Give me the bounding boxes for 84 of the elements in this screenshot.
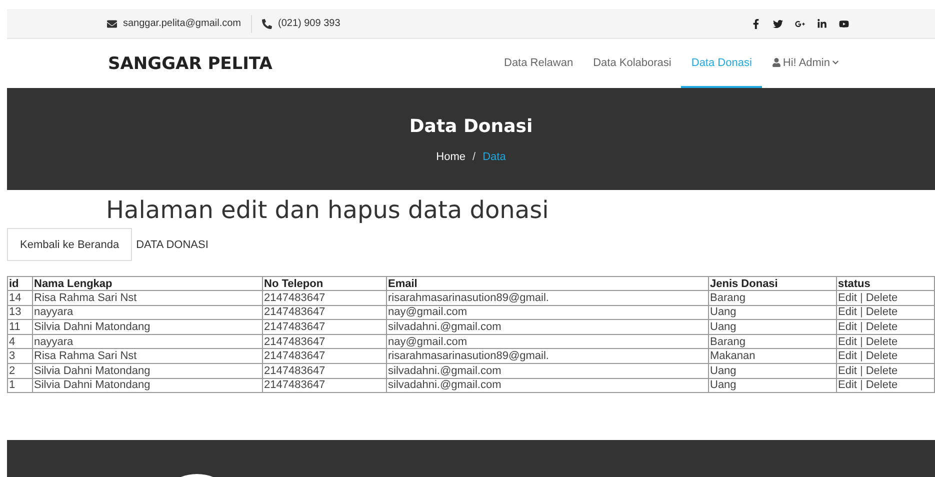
table-cell: Barang: [708, 334, 836, 349]
page-heading: Halaman edit dan hapus data donasi: [106, 196, 550, 224]
table-cell: 14: [8, 290, 32, 306]
twitter-icon[interactable]: [773, 18, 783, 28]
table-cell: Risa Rahma Sari Nst: [32, 290, 262, 306]
nav-link[interactable]: Data Kolaborasi: [583, 39, 682, 88]
email-text: sanggar.pelita@gmail.com: [107, 18, 251, 29]
column-header: No Telepon: [262, 276, 386, 290]
phone-icon: [262, 18, 272, 28]
action-link[interactable]: Delete: [866, 292, 898, 304]
link-separator: |: [858, 350, 864, 362]
envelope-icon: [107, 18, 117, 28]
table-cell: nay@gmail.com: [386, 334, 708, 349]
link-separator: |: [858, 292, 864, 304]
action-link[interactable]: Edit: [838, 292, 857, 304]
link-separator: |: [858, 320, 864, 333]
table-cell: nayyara: [32, 334, 262, 349]
action-link[interactable]: Delete: [866, 350, 898, 362]
table-cell: 13: [8, 305, 32, 320]
action-link[interactable]: Delete: [866, 364, 898, 377]
table-cell: 2147483647: [262, 348, 386, 364]
action-link[interactable]: Edit: [838, 306, 857, 318]
user-menu[interactable]: Hi! Admin: [762, 39, 849, 88]
google-plus-icon[interactable]: [795, 18, 805, 28]
column-header: Email: [386, 276, 708, 290]
table-cell: silvadahni.@gmail.com: [386, 363, 708, 378]
link-separator: |: [858, 336, 864, 348]
chevron-down-icon: [832, 59, 839, 66]
link-separator: |: [858, 379, 864, 392]
table-cell: risarahmasarinasution89@gmail.: [386, 348, 708, 364]
table-cell: 4: [8, 334, 32, 349]
table-cell: Makanan: [708, 348, 836, 364]
table-cell: 2147483647: [262, 334, 386, 349]
action-link[interactable]: Edit: [838, 320, 857, 333]
table-cell: nayyara: [32, 305, 262, 320]
column-header: Nama Lengkap: [32, 276, 262, 290]
table-cell: 1: [8, 378, 32, 393]
table-cell: silvadahni.@gmail.com: [386, 320, 708, 334]
banner-title: Data Donasi: [409, 116, 533, 136]
action-link[interactable]: Delete: [866, 336, 898, 348]
table-cell: Uang: [708, 320, 836, 334]
action-link[interactable]: Delete: [866, 306, 898, 318]
youtube-icon[interactable]: [839, 18, 849, 28]
table-cell: Silvia Dahni Matondang: [32, 363, 262, 378]
linkedin-icon[interactable]: [817, 18, 827, 28]
table-cell: Uang: [708, 363, 836, 378]
breadcrumb-link[interactable]: Home: [436, 150, 466, 162]
action-link[interactable]: Delete: [866, 320, 898, 333]
table-cell: Barang: [708, 290, 836, 306]
action-link[interactable]: Delete: [866, 379, 898, 392]
action-link[interactable]: Edit: [838, 379, 857, 392]
action-link[interactable]: Edit: [838, 336, 857, 348]
table-cell: Silvia Dahni Matondang: [32, 320, 262, 334]
table-cell: 2147483647: [262, 363, 386, 378]
link-separator: |: [858, 364, 864, 377]
breadcrumb-separator: /: [472, 150, 477, 162]
phone-text: (021) 909 393: [262, 18, 350, 29]
section-label: DATA DONASI: [136, 238, 208, 250]
user-icon: [772, 58, 781, 67]
table-cell: Silvia Dahni Matondang: [32, 378, 262, 393]
table-cell: risarahmasarinasution89@gmail.: [386, 290, 708, 306]
action-link[interactable]: Edit: [838, 350, 857, 362]
action-link[interactable]: Edit: [838, 364, 857, 377]
link-separator: |: [858, 306, 864, 318]
brand-logo[interactable]: SANGGAR PELITA: [108, 54, 272, 74]
table-cell: nay@gmail.com: [386, 305, 708, 320]
breadcrumb-link[interactable]: Data: [482, 150, 506, 162]
table-cell: 2147483647: [262, 320, 386, 334]
table-cell: 2147483647: [262, 305, 386, 320]
table-cell: silvadahni.@gmail.com: [386, 378, 708, 393]
table-cell: Uang: [708, 305, 836, 320]
back-button[interactable]: Kembali ke Beranda: [7, 228, 132, 261]
table-cell: Risa Rahma Sari Nst: [32, 348, 262, 364]
table-cell: 3: [8, 348, 32, 364]
facebook-icon[interactable]: [751, 18, 761, 28]
nav-link[interactable]: Data Relawan: [494, 39, 584, 88]
table-cell: 2147483647: [262, 290, 386, 306]
column-header: id: [8, 276, 32, 290]
table-cell: 11: [8, 320, 32, 334]
table-cell: Uang: [708, 378, 836, 393]
table-cell: 2147483647: [262, 378, 386, 393]
column-header: status: [836, 276, 934, 290]
table-cell: 2: [8, 363, 32, 378]
column-header: Jenis Donasi: [708, 276, 836, 290]
